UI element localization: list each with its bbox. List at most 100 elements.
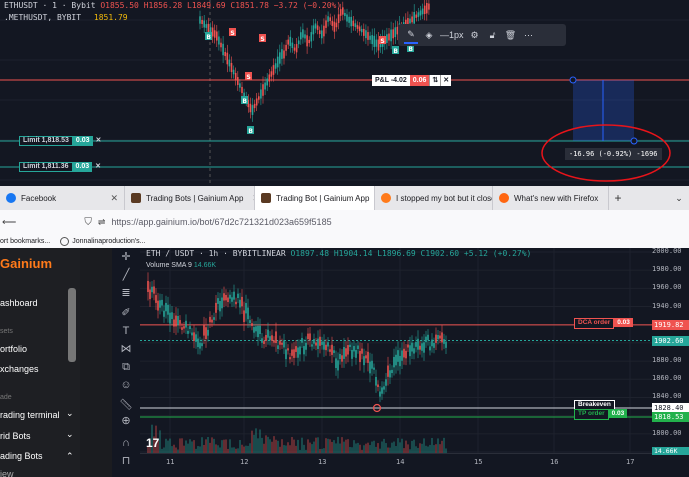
page-info-icon[interactable]: ⇌ (98, 217, 106, 228)
tab-title: I stopped my bot but it closed a (396, 193, 492, 203)
candle-body (149, 289, 151, 300)
svg-text:B: B (242, 98, 247, 105)
close-icon[interactable]: ✕ (92, 162, 104, 172)
candle-body (315, 342, 317, 346)
gainium-logo[interactable]: Gainium (0, 256, 52, 271)
close-icon[interactable]: ✕ (93, 136, 105, 146)
candle-body (183, 326, 185, 329)
time-axis[interactable]: 11 12 13 14 15 16 17 (140, 453, 652, 477)
sidebar-item-trading-bots[interactable]: ading Bots (0, 451, 43, 461)
pnl-position-label[interactable]: P&L -4.02 0.06 ⇅ ✕ (372, 75, 452, 86)
candle-body (241, 296, 243, 307)
orange-icon (381, 193, 391, 203)
candle-body (275, 331, 277, 344)
tp-order-text: TP order (574, 409, 609, 420)
price-tick-label: 2000.00 (652, 248, 682, 255)
limit-order-label-2[interactable]: Limit 1,811.36 0.03 ✕ (19, 162, 104, 172)
candle-body (335, 22, 338, 28)
bookmark-item[interactable]: ort bookmarks... (0, 238, 50, 245)
buy-marker: B (247, 126, 254, 135)
tab-title: Facebook (21, 193, 57, 203)
new-tab-button[interactable]: + (609, 186, 627, 210)
tab-firefox-whatsnew[interactable]: What's new with Firefox ✕ (493, 186, 609, 210)
line-width-selector[interactable]: — 1px (440, 27, 464, 43)
chevron-down-icon[interactable]: ⌄ (66, 429, 74, 440)
crosshair-icon[interactable]: ✛ (118, 250, 134, 264)
svg-text:S: S (380, 38, 384, 45)
sidebar-item-dashboard[interactable]: ashboard (0, 298, 38, 308)
pencil-icon[interactable]: ✎ (404, 26, 418, 44)
candle-body (189, 326, 191, 330)
main-price-chart[interactable] (140, 248, 689, 477)
candle-body (173, 319, 175, 327)
candle-body (321, 30, 323, 39)
lock-icon[interactable]: 🔓︎ (486, 27, 500, 43)
close-icon[interactable]: ✕ (106, 193, 118, 204)
limit-order-label-1[interactable]: Limit 1,818.53 0.03 ✕ (19, 136, 104, 146)
candle-body (230, 62, 233, 73)
tab-trading-bot[interactable]: Trading Bot | Gainium App ✕ (255, 186, 375, 210)
candle-body (233, 291, 235, 300)
candle-body (361, 348, 363, 354)
gear-icon[interactable]: ⚙ (468, 27, 482, 43)
candle-body (375, 376, 377, 386)
text-icon[interactable]: T (118, 324, 134, 338)
fib-icon[interactable]: ≣ (118, 286, 134, 300)
magnet-icon[interactable]: ∩ (118, 436, 134, 450)
candle-body (222, 43, 224, 56)
fill-icon[interactable]: ◈ (422, 27, 436, 43)
svg-text:B: B (393, 48, 398, 55)
sell-marker: S (245, 72, 252, 81)
brush-icon[interactable]: ✐ (118, 306, 134, 320)
drawing-toolbar[interactable]: ✎ ◈ — 1px ⚙ 🔓︎ 🗑︎ ⋯ (398, 24, 566, 46)
candle-body (310, 32, 313, 42)
emoji-icon[interactable]: ☺ (118, 378, 134, 392)
candle-body (407, 344, 409, 348)
sidebar-item-portfolio[interactable]: ortfolio (0, 344, 27, 354)
candle-body (373, 35, 376, 47)
back-arrow-icon[interactable]: ⟵ (2, 217, 16, 228)
sidebar-scrollbar[interactable] (68, 288, 76, 362)
tab-list-chevron-icon[interactable]: ⌄ (669, 186, 689, 210)
main-chart-panel[interactable]: ETH / USDT · 1h · BYBITLINEAR O1897.48 H… (140, 248, 689, 477)
candle-body (343, 347, 345, 359)
sidebar-item-trading-terminal[interactable]: rading terminal (0, 410, 60, 420)
chevron-up-icon[interactable]: ⌃ (66, 451, 74, 462)
candle-body (360, 28, 363, 33)
dca-order-label[interactable]: DCA order 0.03 (574, 318, 633, 329)
volume-bar (315, 437, 317, 453)
ellipsis-icon[interactable]: ⋯ (522, 27, 536, 43)
tp-order-label[interactable]: TP order 0.03 (574, 409, 628, 420)
tab-facebook[interactable]: Facebook ✕ (0, 186, 125, 210)
tab-stopped-bot[interactable]: I stopped my bot but it closed a ✕ (375, 186, 493, 210)
measure-handle[interactable] (569, 76, 577, 84)
sidebar-item-grid-bots[interactable]: rid Bots (0, 431, 31, 441)
candle-body (258, 96, 260, 100)
tab-title: Trading Bot | Gainium App (276, 193, 370, 203)
sell-marker: S (259, 34, 266, 43)
price-tick-label: 1980.00 (652, 265, 682, 274)
candle-body (437, 335, 439, 340)
candle-body (273, 340, 275, 343)
tab-trading-bots[interactable]: Trading Bots | Gainium App ✕ (125, 186, 255, 210)
volume-bar (317, 437, 319, 453)
pnl-reverse-icon[interactable]: ⇅ (429, 75, 441, 86)
shield-icon[interactable]: ⛉ (84, 217, 92, 228)
sidebar-item-exchanges[interactable]: xchanges (0, 364, 39, 374)
zoom-icon[interactable]: ⊕ (118, 414, 134, 428)
trash-icon[interactable]: 🗑︎ (504, 27, 518, 43)
ruler-icon[interactable]: 📏︎ (118, 398, 134, 412)
chevron-down-icon[interactable]: ⌄ (66, 408, 74, 419)
trendline-icon[interactable]: ╱ (118, 268, 134, 282)
measure-handle[interactable] (630, 137, 638, 145)
forecast-icon[interactable]: ⧉ (118, 360, 134, 374)
pnl-close-icon[interactable]: ✕ (440, 75, 452, 86)
sidebar-item-overview[interactable]: iew (0, 469, 14, 477)
pattern-icon[interactable]: ⋈ (118, 342, 134, 356)
top-chart-panel[interactable]: B S B S B S B B S ETHUSDT · 1 · Bybit O1855.50 H… (0, 0, 689, 186)
price-axis[interactable]: 2000.001980.001960.001940.001920.001900.… (652, 248, 689, 477)
close-icon[interactable]: ✕ (248, 193, 254, 204)
url-input[interactable]: https://app.gainium.io/bot/67d2c721321d0… (111, 217, 331, 227)
bookmark-item[interactable]: Jonnalinaproduction's... (60, 236, 146, 246)
lock-icon[interactable]: ⊓ (118, 454, 134, 468)
